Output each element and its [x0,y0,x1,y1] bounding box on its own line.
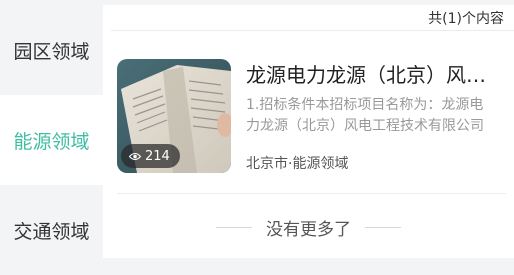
item-title[interactable]: 龙源电力龙源（北京）风电工程技术有限公司 [246,61,496,89]
end-of-list-label: 没有更多了 [266,219,351,240]
result-count: 共(1)个内容 [428,11,504,27]
thumbnail-image: 214 [117,59,231,173]
end-of-list: 没有更多了 [103,215,514,240]
divider [111,30,514,31]
sidebar-item-park[interactable]: 园区领域 [0,5,103,95]
sidebar-item-transport[interactable]: 交通领域 [0,185,103,275]
divider [117,193,506,194]
end-line-right [365,226,401,228]
eye-icon [129,152,141,160]
view-count-badge: 214 [121,144,180,168]
item-meta: 北京市·能源领域 [246,156,349,172]
view-count: 214 [145,148,170,164]
list-item[interactable]: 214 龙源电力龙源（北京）风电工程技术有限公司 1.招标条件本招标项目名称为：… [117,59,507,175]
results-panel: 共(1)个内容 214 龙源电力龙源（北京）风电 1.招标条件本招标项目名称为：… [103,0,514,258]
item-description: 1.招标条件本招标项目名称为：龙源电力龙源（北京）风电工程技术有限公司 [246,97,484,134]
top-divider-strip [103,0,514,5]
category-sidebar: 园区领域 能源领域 交通领域 [0,0,103,258]
end-line-left [216,226,252,228]
sidebar-item-energy[interactable]: 能源领域 [0,95,103,185]
